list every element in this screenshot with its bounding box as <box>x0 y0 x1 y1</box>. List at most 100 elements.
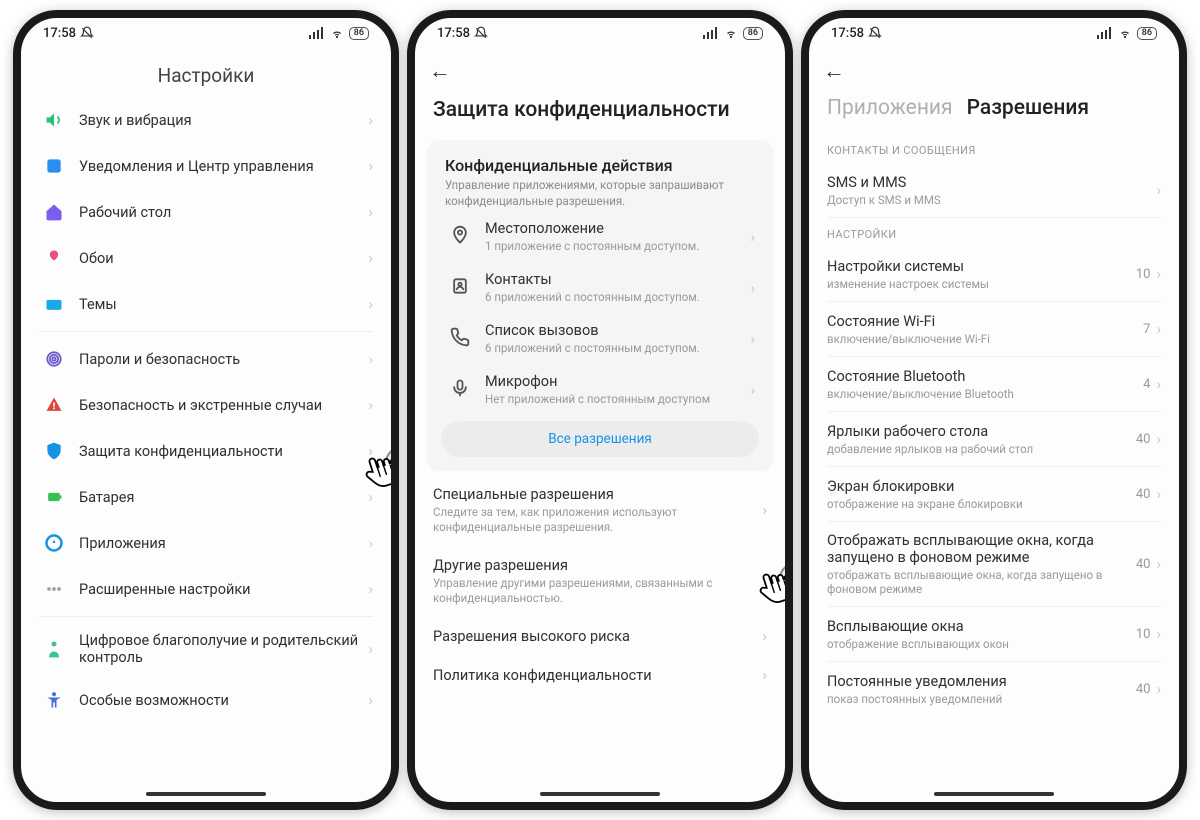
permission-row[interactable]: МикрофонНет приложений с постоянным дост… <box>431 364 769 415</box>
row-label: Приложения <box>79 535 368 552</box>
link-row[interactable]: Политика конфиденциальности› <box>415 656 785 695</box>
wellbeing-icon <box>43 638 65 660</box>
chevron-right-icon: › <box>1156 625 1161 643</box>
settings-row[interactable]: Уведомления и Центр управления› <box>21 143 391 189</box>
permission-row[interactable]: Контакты 6 приложений с постоянным доступ… <box>431 262 769 313</box>
row-label: Особые возможности <box>79 692 368 709</box>
permission-row[interactable]: Отображать всплывающие окна, когда запущ… <box>809 522 1179 606</box>
chevron-right-icon: › <box>1156 265 1161 283</box>
row-subtitle: отображение на экране блокировки <box>827 497 1136 511</box>
chevron-right-icon: › <box>1156 375 1161 393</box>
permission-row[interactable]: Список вызовов6 приложений с постоянным … <box>431 313 769 364</box>
link-row[interactable]: Разрешения высокого риска› <box>415 617 785 656</box>
settings-row[interactable]: Обои› <box>21 235 391 281</box>
page-title: Защита конфиденциальности <box>415 88 785 136</box>
permission-row[interactable]: Настройки системы изменение настроек сист… <box>809 247 1179 301</box>
chevron-right-icon: › <box>368 157 373 175</box>
link-row[interactable]: Другие разрешенияУправление другими разр… <box>415 546 785 617</box>
permission-row[interactable]: Местоположение1 приложение с постоянным … <box>431 211 769 262</box>
settings-row[interactable]: Расширенные настройки› <box>21 566 391 612</box>
permission-row[interactable]: Экран блокировкиотображение на экране бл… <box>809 467 1179 521</box>
row-title: Постоянные уведомления <box>827 673 1136 690</box>
chevron-right-icon: › <box>368 534 373 552</box>
link-row[interactable]: Специальные разрешенияСледите за тем, ка… <box>415 475 785 546</box>
permission-row[interactable]: Постоянные уведомления показ постоянных у… <box>809 662 1179 716</box>
row-title: Разрешения высокого риска <box>433 628 767 645</box>
home-indicator[interactable] <box>540 792 660 796</box>
status-bar: 17:58 86 <box>415 18 785 48</box>
row-label: Защита конфиденциальности <box>79 443 368 460</box>
home-indicator[interactable] <box>146 792 266 796</box>
settings-row[interactable]: Темы› <box>21 281 391 327</box>
mic-icon <box>450 378 470 402</box>
row-sms-mms[interactable]: SMS и MMS Доступ к SMS и MMS › <box>809 163 1179 217</box>
home-icon <box>43 201 65 223</box>
row-label: Безопасность и экстренные случаи <box>79 397 368 414</box>
apps-icon <box>43 532 65 554</box>
row-subtitle: включение/выключение Bluetooth <box>827 387 1143 401</box>
chevron-right-icon: › <box>368 111 373 129</box>
battery-icon: 86 <box>349 27 369 40</box>
chevron-right-icon: › <box>368 691 373 709</box>
chevron-right-icon: › <box>1156 485 1161 503</box>
row-subtitle: показ постоянных уведомлений <box>827 692 1136 706</box>
contacts-icon <box>450 276 470 300</box>
chevron-right-icon: › <box>762 572 767 590</box>
page-title: Настройки <box>21 48 391 97</box>
settings-row[interactable]: Особые возможности› <box>21 677 391 723</box>
tab-permissions[interactable]: Разрешения <box>967 96 1089 120</box>
row-title: Специальные разрешения <box>433 486 767 503</box>
row-count: 40 <box>1136 557 1151 572</box>
dnd-icon <box>868 26 882 40</box>
status-bar: 17:58 86 <box>809 18 1179 48</box>
row-title: Политика конфиденциальности <box>433 667 767 684</box>
permission-row[interactable]: Состояние Bluetoothвключение/выключение … <box>809 357 1179 411</box>
permission-row[interactable]: Всплывающие окнаотображение всплывающих … <box>809 607 1179 661</box>
settings-row[interactable]: Приложения› <box>21 520 391 566</box>
location-icon <box>450 225 470 249</box>
home-indicator[interactable] <box>934 792 1054 796</box>
row-label: Уведомления и Центр управления <box>79 158 368 175</box>
row-subtitle: добавление ярлыков на рабочий стол <box>827 442 1136 456</box>
back-button[interactable]: ← <box>823 58 845 84</box>
row-title: Контакты <box>485 271 750 288</box>
fingerprint-icon <box>43 348 65 370</box>
privacy-actions-card: Конфиденциальные действия Управление при… <box>427 140 773 471</box>
permission-row[interactable]: Ярлыки рабочего столадобавление ярлыков … <box>809 412 1179 466</box>
settings-row[interactable]: Безопасность и экстренные случаи› <box>21 382 391 428</box>
row-label: Цифровое благополучие и родительский кон… <box>79 632 368 666</box>
row-count: 4 <box>1143 377 1150 392</box>
back-button[interactable]: ← <box>429 58 451 84</box>
settings-row[interactable]: Батарея› <box>21 474 391 520</box>
settings-row[interactable]: Звук и вибрация› <box>21 97 391 143</box>
section-settings: НАСТРОЙКИ <box>809 218 1179 247</box>
permission-row[interactable]: Состояние Wi-Fi включение/выключение Wi-F… <box>809 302 1179 356</box>
row-subtitle: включение/выключение Wi-Fi <box>827 332 1143 346</box>
chevron-right-icon: › <box>368 640 373 658</box>
status-time: 17:58 <box>831 26 864 41</box>
row-title: Настройки системы <box>827 258 1136 275</box>
chevron-right-icon: › <box>762 501 767 519</box>
notify-icon <box>43 155 65 177</box>
row-count: 10 <box>1136 627 1151 642</box>
row-subtitle: изменение настроек системы <box>827 277 1136 291</box>
settings-row[interactable]: Цифровое благополучие и родительский кон… <box>21 621 391 677</box>
row-subtitle: 6 приложений с постоянным доступом. <box>485 290 750 304</box>
chevron-right-icon: › <box>750 228 755 246</box>
settings-row[interactable]: Защита конфиденциальности› <box>21 428 391 474</box>
chevron-right-icon: › <box>1156 430 1161 448</box>
status-time: 17:58 <box>43 26 76 41</box>
settings-row[interactable]: Рабочий стол› <box>21 189 391 235</box>
row-title: Состояние Wi-Fi <box>827 313 1143 330</box>
chevron-right-icon: › <box>368 249 373 267</box>
chevron-right-icon: › <box>750 279 755 297</box>
volume-icon <box>43 109 65 131</box>
tab-apps[interactable]: Приложения <box>827 96 953 120</box>
section-contacts: КОНТАКТЫ И СООБЩЕНИЯ <box>809 134 1179 163</box>
chevron-right-icon: › <box>368 203 373 221</box>
row-title: Местоположение <box>485 220 750 237</box>
row-title: Другие разрешения <box>433 557 767 574</box>
all-permissions-button[interactable]: Все разрешения <box>441 421 759 457</box>
chevron-right-icon: › <box>750 381 755 399</box>
settings-row[interactable]: Пароли и безопасность› <box>21 336 391 382</box>
